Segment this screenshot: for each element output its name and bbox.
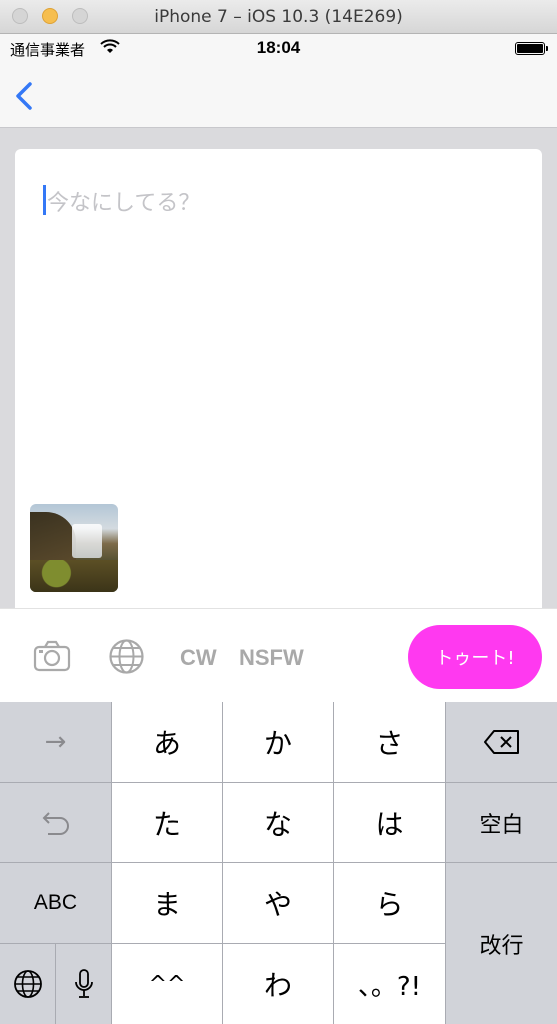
simulator-titlebar: iPhone 7 – iOS 10.3 (14E269) <box>0 0 557 34</box>
toot-button[interactable]: トゥート! <box>408 625 542 689</box>
cw-toggle[interactable]: CW <box>180 645 217 671</box>
key-ka[interactable]: か <box>223 702 334 783</box>
attached-image-thumbnail[interactable] <box>30 504 118 592</box>
globe-icon <box>13 970 42 998</box>
back-button[interactable] <box>12 78 40 114</box>
key-label: か <box>263 727 292 760</box>
key-label: ^^ <box>148 971 186 997</box>
key-a[interactable]: あ <box>112 702 223 783</box>
thumbnail-cliff <box>30 512 76 564</box>
microphone-icon <box>74 969 93 998</box>
key-label: な <box>263 807 292 841</box>
abc-label: ABC <box>33 891 78 914</box>
key-ra[interactable]: ら <box>334 863 446 944</box>
delete-icon <box>483 730 519 754</box>
key-return[interactable]: 改行 <box>446 863 557 1024</box>
key-ya[interactable]: や <box>223 863 334 944</box>
key-ma[interactable]: ま <box>112 863 223 944</box>
key-label: は <box>375 807 404 841</box>
compose-placeholder: 今なにしてる？ <box>47 191 201 216</box>
key-globe[interactable] <box>0 944 56 1024</box>
undo-icon <box>42 811 69 835</box>
key-ta[interactable]: た <box>112 783 223 863</box>
battery-icon <box>515 42 548 55</box>
compose-toolbar: CW NSFW トゥート! <box>0 608 557 702</box>
key-label: わ <box>263 969 292 1002</box>
return-label: 改行 <box>479 933 524 959</box>
thumbnail-waterfall <box>72 524 102 558</box>
window-title: iPhone 7 – iOS 10.3 (14E269) <box>154 7 403 27</box>
key-punctuation[interactable]: 、。?! <box>334 944 446 1024</box>
key-space[interactable]: 空白 <box>446 783 557 863</box>
keyboard: → あ か さ た な は 空白 ABC ま や ら 改行 ^^ わ 、。?! <box>0 702 557 1024</box>
key-label: 、。?! <box>357 971 422 1002</box>
key-kaomoji[interactable]: ^^ <box>112 944 223 1024</box>
key-abc[interactable]: ABC <box>0 863 112 944</box>
thumbnail-ground <box>30 560 118 592</box>
key-na[interactable]: な <box>223 783 334 863</box>
key-label: や <box>263 888 292 921</box>
key-label: ま <box>152 888 181 921</box>
arrow-right-label: → <box>44 727 67 757</box>
compose-text-area[interactable]: 今なにしてる？ <box>15 149 542 619</box>
camera-icon[interactable] <box>33 639 71 678</box>
space-label: 空白 <box>479 812 524 838</box>
text-caret <box>43 185 46 215</box>
key-label: さ <box>375 727 404 760</box>
globe-icon[interactable] <box>108 638 145 680</box>
key-ha[interactable]: は <box>334 783 446 863</box>
status-time: 18:04 <box>256 38 301 57</box>
navigation-bar <box>0 64 557 128</box>
key-label: あ <box>152 727 181 760</box>
key-delete[interactable] <box>446 702 557 783</box>
key-sa[interactable]: さ <box>334 702 446 783</box>
key-dictation[interactable] <box>56 944 112 1024</box>
key-label: た <box>152 807 181 841</box>
chevron-left-icon <box>16 82 32 110</box>
nsfw-toggle[interactable]: NSFW <box>239 645 304 671</box>
key-undo[interactable] <box>0 783 112 863</box>
key-label: ら <box>375 888 404 921</box>
status-bar: 通信事業者 18:04 <box>0 34 557 64</box>
key-wa[interactable]: わ <box>223 944 334 1024</box>
key-next-arrow[interactable]: → <box>0 702 112 783</box>
